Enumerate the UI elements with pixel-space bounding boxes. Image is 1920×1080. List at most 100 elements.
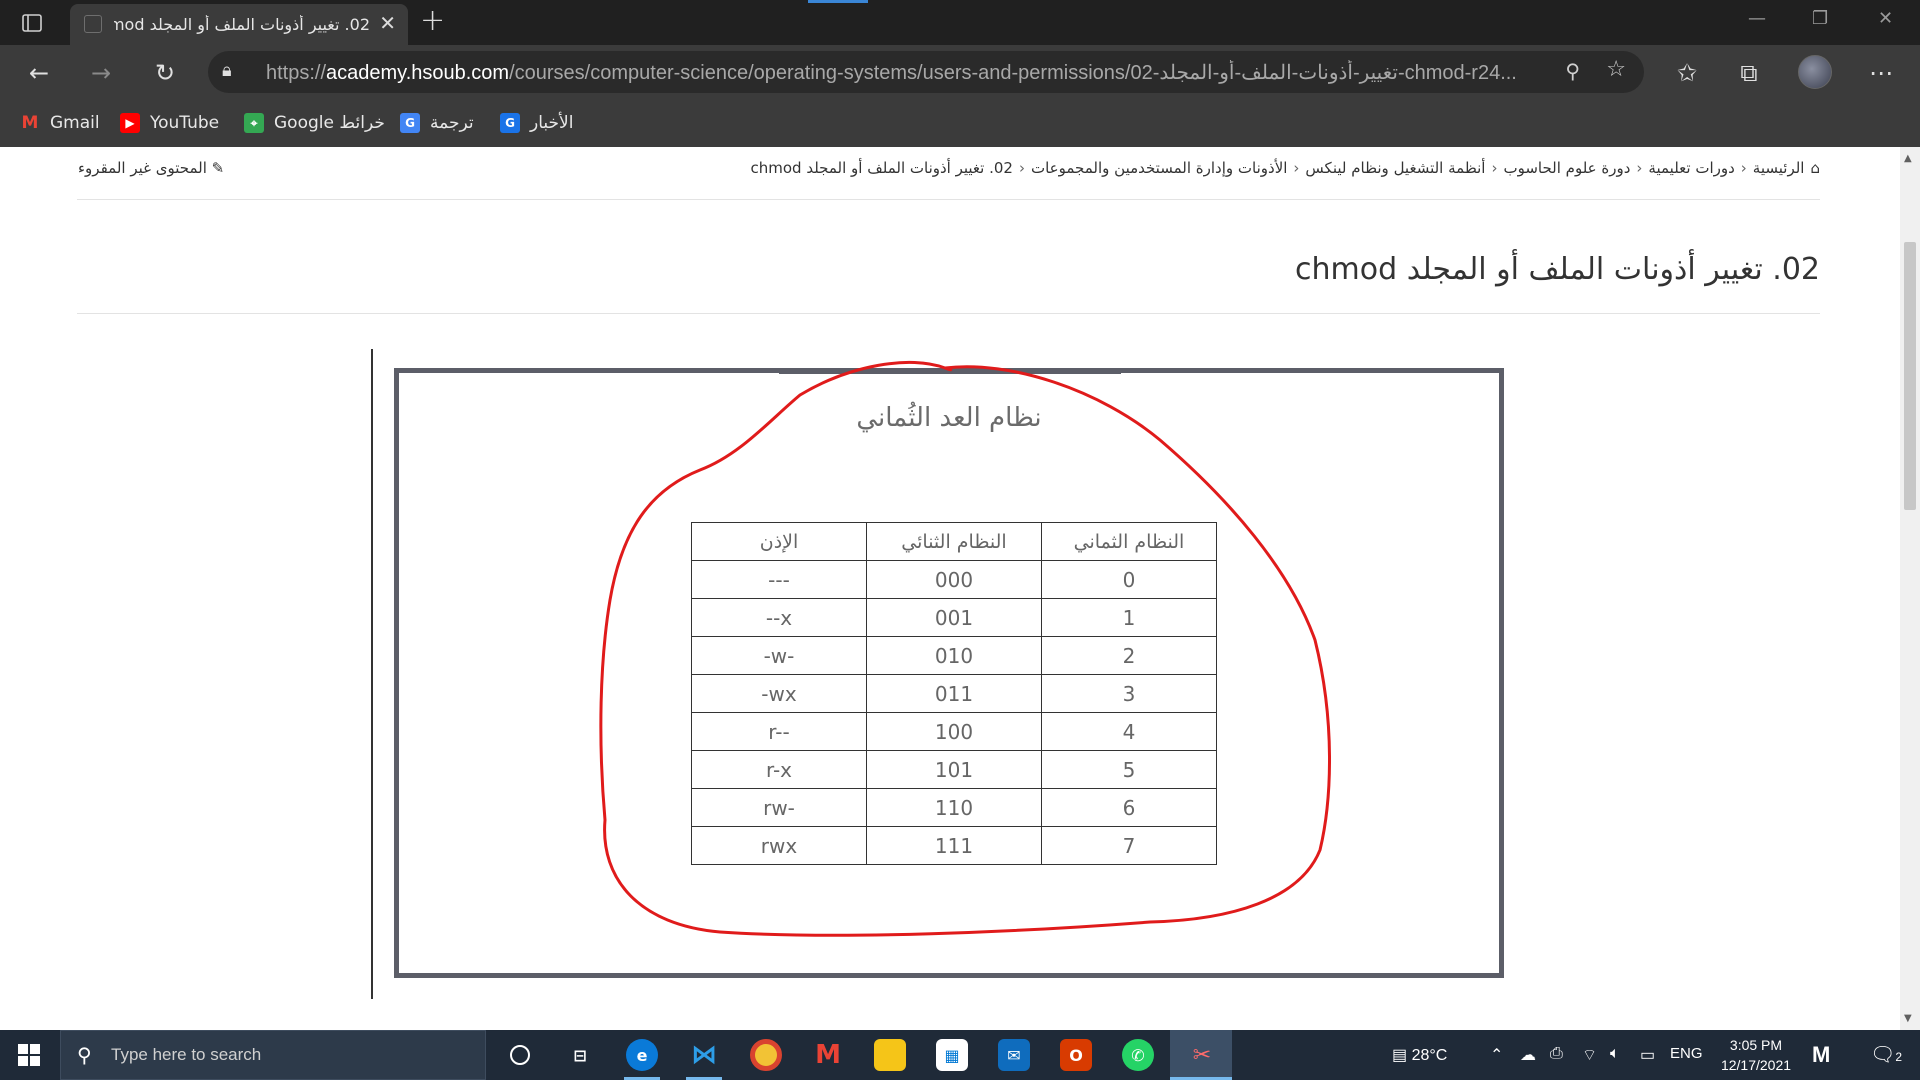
breadcrumb-separator: ‹ (1740, 159, 1747, 177)
content-border-line (371, 349, 373, 999)
whatsapp-icon[interactable]: ✆ (1122, 1039, 1154, 1071)
breadcrumb-cs-course[interactable]: دورة علوم الحاسوب (1503, 159, 1630, 177)
close-tab-icon[interactable]: ✕ (379, 11, 396, 35)
table-row: 1 001 --x (691, 598, 1217, 637)
page-scrollbar[interactable]: ▲ ▼ (1900, 147, 1920, 1030)
scroll-thumb[interactable] (1904, 242, 1916, 510)
onedrive-icon[interactable]: ☁ (1520, 1045, 1536, 1065)
favorites-icon[interactable]: ✩ (1672, 59, 1702, 87)
cortana-icon[interactable] (504, 1039, 536, 1071)
tab-actions-icon[interactable] (18, 10, 46, 36)
permission-cell: rwx (691, 826, 867, 865)
permission-cell: -wx (691, 674, 867, 713)
wifi-icon[interactable]: ⌔ (1582, 1045, 1597, 1065)
file-explorer-icon[interactable] (874, 1039, 906, 1071)
table-row: 4 100 r-- (691, 712, 1217, 751)
page-content: ✎ المحتوى غير المقروء ⌂ الرئيسية ‹ دورات… (0, 147, 1900, 1030)
taskbar-search[interactable]: ⚲ Type here to search (60, 1030, 486, 1080)
binary-cell: 001 (866, 598, 1042, 637)
translate-icon: G (400, 113, 420, 133)
permission-cell: -w- (691, 636, 867, 675)
active-tab[interactable]: 02. تغيير أذونات الملف أو المجلد chmod ✕ (70, 4, 408, 45)
bookmark-gmail[interactable]: M Gmail (20, 110, 100, 136)
figure-top-bar (779, 368, 1121, 374)
news-icon: G (500, 113, 520, 133)
octal-cell: 1 (1041, 598, 1217, 637)
table-row: 5 101 r-x (691, 750, 1217, 789)
unread-content-link[interactable]: ✎ المحتوى غير المقروء (78, 159, 224, 177)
bookmark-translate[interactable]: G ترجمة (400, 110, 474, 136)
url-text[interactable]: https://academy.hsoub.com/courses/comput… (266, 60, 1556, 85)
breadcrumb-courses[interactable]: دورات تعليمية (1648, 159, 1734, 177)
language-indicator[interactable]: ENG (1670, 1045, 1703, 1062)
scroll-down-icon[interactable]: ▼ (1904, 1013, 1912, 1024)
weather-icon: ▤ (1392, 1047, 1412, 1064)
notifications-icon[interactable]: 🗨︎2 (1870, 1042, 1902, 1067)
restore-icon[interactable]: ❐ (1812, 8, 1828, 29)
breadcrumb-home[interactable]: الرئيسية (1753, 159, 1805, 177)
show-hidden-icons[interactable]: ⌃ (1490, 1045, 1503, 1065)
octal-cell: 0 (1041, 560, 1217, 599)
bookmark-news[interactable]: G الأخبار (500, 110, 573, 136)
page-title: 02. تغيير أذونات الملف أو المجلد chmod (1295, 252, 1820, 287)
tab-title: 02. تغيير أذونات الملف أو المجلد chmod (114, 15, 370, 34)
breadcrumb-current: 02. تغيير أذونات الملف أو المجلد chmod (750, 159, 1013, 177)
start-button[interactable] (18, 1044, 40, 1066)
bookmark-youtube[interactable]: ▶ YouTube (120, 110, 219, 136)
binary-cell: 101 (866, 750, 1042, 789)
header-octal: النظام الثماني (1041, 522, 1217, 561)
table-row: 7 111 rwx (691, 826, 1217, 865)
weather-widget[interactable]: ▤ 28°C (1392, 1045, 1447, 1065)
close-window-icon[interactable]: ✕ (1878, 8, 1893, 29)
zoom-icon[interactable]: ⚲ (1565, 59, 1580, 83)
more-menu-icon[interactable]: ⋯ (1866, 59, 1896, 87)
scroll-up-icon[interactable]: ▲ (1904, 153, 1912, 164)
permission-cell: r-x (691, 750, 867, 789)
back-icon[interactable]: ← (24, 59, 54, 87)
store-icon[interactable]: ▦ (936, 1039, 968, 1071)
volume-icon[interactable]: 🔈︎ (1610, 1045, 1620, 1063)
header-permission: الإذن (691, 522, 867, 561)
office-icon[interactable]: O (1060, 1039, 1092, 1071)
new-tab-icon[interactable]: + (420, 6, 445, 36)
bookmarks-bar: M Gmail ▶ YouTube ⌖ Google خرائط G ترجمة… (0, 101, 1920, 147)
devices-icon[interactable]: ⎙ (1550, 1045, 1563, 1063)
address-bar[interactable]: 🔒︎ https://academy.hsoub.com/courses/com… (208, 51, 1644, 93)
edge-icon[interactable]: e (626, 1039, 658, 1071)
permission-cell: r-- (691, 712, 867, 751)
search-placeholder: Type here to search (111, 1045, 262, 1064)
breadcrumb-separator: ‹ (1018, 159, 1025, 177)
permission-cell: --- (691, 560, 867, 599)
gmail-icon: M (21, 113, 39, 133)
bookmark-google-maps[interactable]: ⌖ Google خرائط (244, 110, 385, 136)
octal-cell: 5 (1041, 750, 1217, 789)
meet-now-icon[interactable]: M (1812, 1042, 1830, 1068)
gmail-app-icon[interactable]: M (812, 1039, 844, 1071)
snipping-tool-icon[interactable]: ✂ (1186, 1039, 1218, 1071)
breadcrumb-separator: ‹ (1491, 159, 1498, 177)
chrome-icon[interactable] (750, 1039, 782, 1071)
collections-icon[interactable]: ⧉ (1734, 59, 1764, 87)
minimize-icon[interactable]: — (1748, 8, 1766, 29)
divider (77, 199, 1820, 200)
table-row: 6 110 rw- (691, 788, 1217, 827)
breadcrumb-os-linux[interactable]: أنظمة التشغيل ونظام لينكس (1305, 159, 1485, 177)
header-binary: النظام الثنائي (866, 522, 1042, 561)
lock-icon[interactable]: 🔒︎ (222, 60, 232, 81)
windows-taskbar: ⚲ Type here to search ⊟ e ⋈ M ▦ ✉ O ✆ ✂ … (0, 1030, 1920, 1080)
clock[interactable]: 3:05 PM 12/17/2021 (1704, 1035, 1808, 1075)
profile-avatar[interactable] (1798, 55, 1832, 89)
forward-icon[interactable]: → (86, 59, 116, 87)
octal-cell: 6 (1041, 788, 1217, 827)
task-view-icon[interactable]: ⊟ (564, 1039, 596, 1071)
battery-icon[interactable]: ▭ (1640, 1045, 1655, 1065)
octal-cell: 3 (1041, 674, 1217, 713)
refresh-icon[interactable]: ↻ (150, 59, 180, 87)
vscode-icon[interactable]: ⋈ (688, 1039, 720, 1071)
add-favorite-icon[interactable]: ☆ (1606, 57, 1626, 82)
divider (77, 313, 1820, 314)
youtube-icon: ▶ (120, 113, 140, 133)
tab-indicator (808, 0, 868, 3)
mail-icon[interactable]: ✉ (998, 1039, 1030, 1071)
breadcrumb-permissions[interactable]: الأذونات وإدارة المستخدمين والمجموعات (1031, 159, 1287, 177)
